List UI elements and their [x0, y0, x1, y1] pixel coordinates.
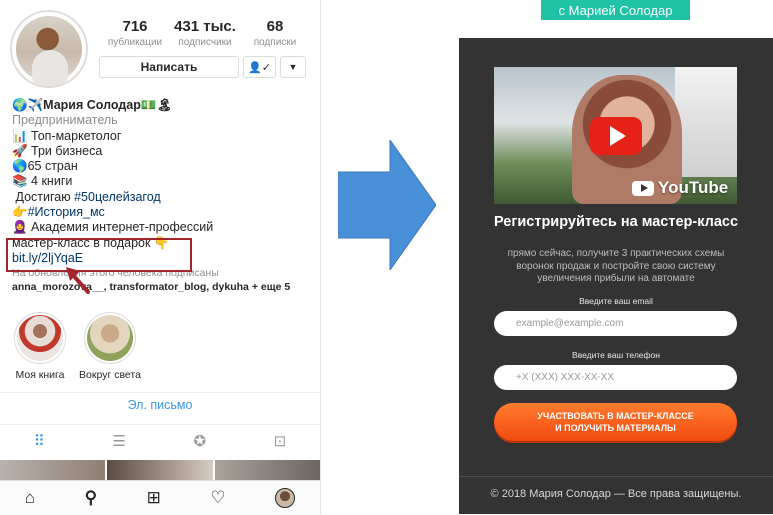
highlight-label: Моя книга — [15, 369, 65, 381]
profile-stats: 716 публикации 431 тыс. подписчики 68 по… — [100, 18, 310, 48]
bio-line: 🚀 Три бизнеса — [12, 143, 103, 158]
search-icon[interactable]: ⚲ — [85, 488, 97, 508]
stat-posts-label: публикации — [107, 37, 163, 48]
bio-line: 📊 Топ-маркетолог — [12, 128, 122, 143]
registration-heading: Регистрируйтесь на мастер-класс — [493, 214, 739, 230]
highlight-cover — [84, 312, 136, 364]
posts-grid — [0, 460, 320, 480]
profile-category: Предприниматель — [12, 113, 118, 128]
home-icon[interactable]: ⌂ — [25, 488, 35, 508]
post-thumbnail[interactable] — [214, 460, 320, 480]
stat-followers[interactable]: 431 тыс. подписчики — [170, 18, 240, 48]
profile-avatar-icon[interactable] — [275, 488, 296, 508]
email-contact-link[interactable]: Эл. письмо — [0, 398, 320, 412]
copyright-footer: © 2018 Мария Солодар — Все права защищен… — [490, 488, 742, 500]
blue-arrow-icon — [338, 140, 436, 270]
heart-icon[interactable]: ♡ — [210, 488, 225, 508]
bio-line-history: 👉#История_мс — [12, 205, 312, 220]
instagram-profile-panel: 716 публикации 431 тыс. подписчики 68 по… — [0, 0, 321, 515]
youtube-video-player[interactable]: YouTube — [494, 67, 737, 204]
stat-followers-label: подписчики — [178, 37, 232, 48]
bio-line: 🧕 Академия интернет-профессий — [12, 220, 214, 235]
youtube-logo-text: YouTube — [658, 178, 729, 197]
story-highlight-around-world[interactable]: Вокруг света — [75, 312, 145, 381]
post-thumbnail[interactable] — [107, 460, 213, 480]
stat-posts-value: 716 — [122, 18, 148, 35]
stat-following-label: подписки — [253, 37, 297, 48]
followed-by-names[interactable]: anna_morozova__, transformator_blog, dyk… — [12, 281, 312, 294]
email-field[interactable] — [494, 311, 737, 336]
followed-by-more: + еще 5 — [248, 281, 291, 294]
registration-description: прямо сейчас, получите 3 практических сх… — [507, 248, 725, 284]
message-button[interactable]: Написать — [99, 56, 239, 78]
following-button[interactable]: 👤✓ — [243, 56, 276, 78]
hashtag-goals[interactable]: #50целейзагод — [74, 190, 161, 204]
list-icon[interactable]: ☰ — [112, 432, 125, 450]
pointing-hand-icon: 👉 — [12, 205, 28, 220]
phone-field[interactable] — [494, 365, 737, 390]
email-field-label: Введите ваш email — [579, 296, 653, 306]
highlight-label: Вокруг света — [79, 369, 141, 381]
highlight-cover — [14, 312, 66, 364]
youtube-icon — [632, 180, 654, 196]
suggestions-dropdown-button[interactable]: ▼ — [280, 56, 306, 78]
stat-followers-value: 431 тыс. — [174, 18, 236, 35]
phone-field-label: Введите ваш телефон — [572, 350, 660, 360]
play-button-icon[interactable] — [590, 117, 642, 155]
bio-line: 📚 4 книги — [12, 174, 73, 189]
landing-header: с Марией Солодар — [459, 0, 773, 38]
cta-line-2: И ПОЛУЧИТЬ МАТЕРИАЛЫ — [555, 423, 676, 433]
cta-line-1: УЧАСТВОВАТЬ В МАСТЕР-КЛАССЕ — [537, 411, 694, 421]
footer-divider — [459, 476, 773, 477]
host-name-tag: с Марией Солодар — [541, 0, 690, 20]
stat-posts[interactable]: 716 публикации — [100, 18, 170, 48]
tagged-person-icon[interactable]: ⊡ — [274, 432, 287, 450]
participate-button[interactable]: УЧАСТВОВАТЬ В МАСТЕР-КЛАССЕ И ПОЛУЧИТЬ М… — [494, 403, 737, 441]
chevron-down-icon: ▼ — [288, 62, 298, 72]
landing-page-panel: с Марией Солодар YouTube Регистрируйтесь… — [459, 0, 773, 514]
profile-tabs: ⠿ ☰ ✪ ⊡ — [0, 426, 320, 456]
stat-following[interactable]: 68 подписки — [240, 18, 310, 48]
bio-line: 🌎65 стран — [12, 159, 78, 174]
profile-avatar[interactable] — [10, 10, 88, 88]
youtube-logo: YouTube — [632, 178, 728, 198]
story-highlight-my-book[interactable]: Моя книга — [5, 312, 75, 381]
bio-line-goal: Достигаю #50целейзагод — [12, 190, 312, 205]
link-highlight-box — [6, 238, 192, 272]
divider — [0, 424, 320, 425]
red-pointer-arrow-icon — [66, 267, 90, 294]
bio-goal-prefix: Достигаю — [15, 189, 75, 204]
following-check-icon: 👤✓ — [248, 61, 271, 74]
divider — [0, 392, 320, 393]
registration-section: YouTube Регистрируйтесь на мастер-класс … — [459, 38, 773, 514]
bottom-navigation: ⌂ ⚲ ⊞ ♡ — [0, 480, 320, 515]
hashtag-history[interactable]: #История_мс — [28, 205, 105, 219]
post-thumbnail[interactable] — [0, 460, 106, 480]
tagged-star-icon[interactable]: ✪ — [193, 432, 206, 450]
grid-icon[interactable]: ⠿ — [34, 432, 45, 450]
add-icon[interactable]: ⊞ — [147, 488, 161, 508]
stat-following-value: 68 — [266, 18, 284, 35]
profile-name: 🌍✈️Мария Солодар💵🏝 — [12, 98, 173, 112]
followed-by-usernames: anna_morozova__, transformator_blog, dyk… — [12, 281, 249, 294]
